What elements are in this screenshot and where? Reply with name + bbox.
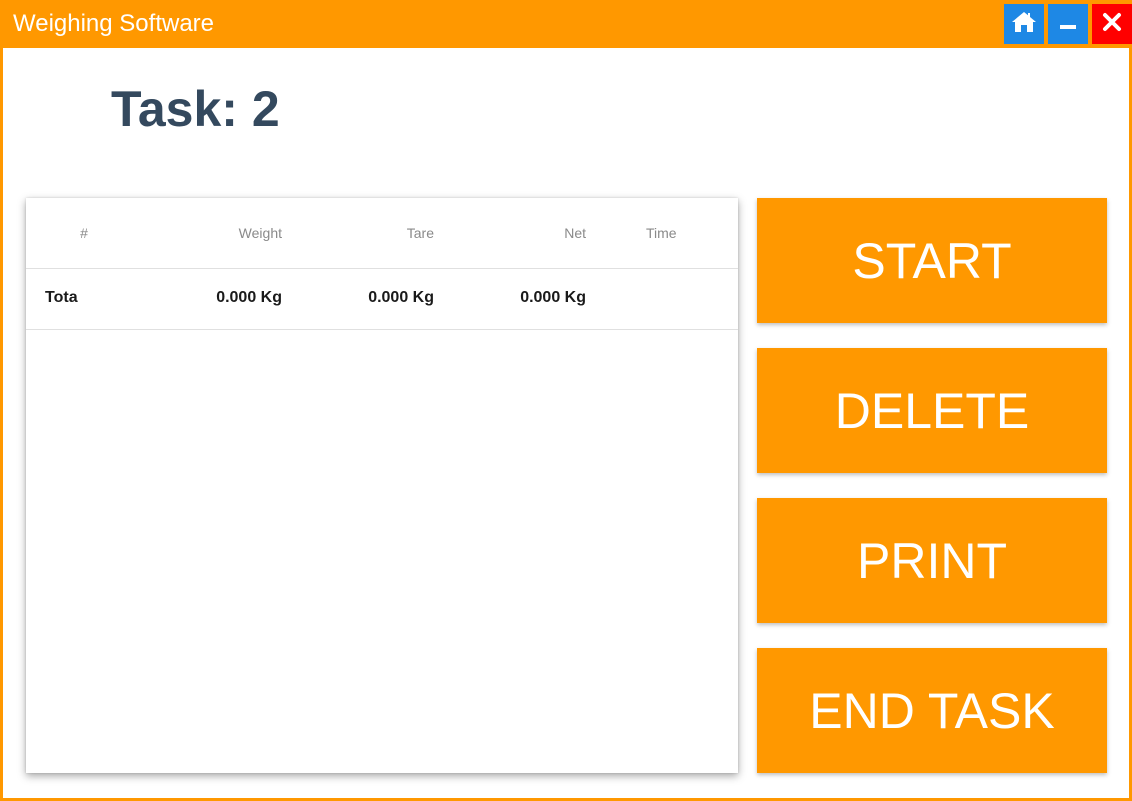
table-header: # Weight Tare Net Time (26, 198, 738, 269)
home-button[interactable] (1004, 4, 1044, 44)
header-time[interactable]: Time (646, 225, 677, 241)
total-net: 0.000 Kg (520, 289, 586, 306)
task-label: Task: (111, 81, 238, 137)
total-weight: 0.000 Kg (216, 289, 282, 306)
total-tare: 0.000 Kg (368, 289, 434, 306)
header-tare[interactable]: Tare (407, 225, 434, 241)
minimize-icon (1058, 12, 1078, 37)
home-icon (1011, 10, 1037, 39)
title-bar: Weighing Software (3, 0, 1132, 48)
app-window: Weighing Software Task: 2 # Weight Tare … (0, 0, 1132, 801)
header-net[interactable]: Net (564, 225, 586, 241)
print-button[interactable]: PRINT (757, 498, 1107, 623)
header-number[interactable]: # (78, 225, 90, 241)
delete-button[interactable]: DELETE (757, 348, 1107, 473)
minimize-button[interactable] (1048, 4, 1088, 44)
window-title: Weighing Software (13, 10, 214, 37)
weighing-table: # Weight Tare Net Time Tota 0.000 Kg 0.0… (26, 198, 738, 773)
start-button[interactable]: START (757, 198, 1107, 323)
end-task-button[interactable]: END TASK (757, 648, 1107, 773)
close-icon (1102, 12, 1122, 37)
page-title: Task: 2 (111, 80, 280, 138)
total-label: Tota (45, 289, 78, 306)
total-row: Tota 0.000 Kg 0.000 Kg 0.000 Kg (26, 269, 738, 330)
close-button[interactable] (1092, 4, 1132, 44)
task-number: 2 (251, 81, 280, 137)
header-weight[interactable]: Weight (239, 225, 282, 241)
